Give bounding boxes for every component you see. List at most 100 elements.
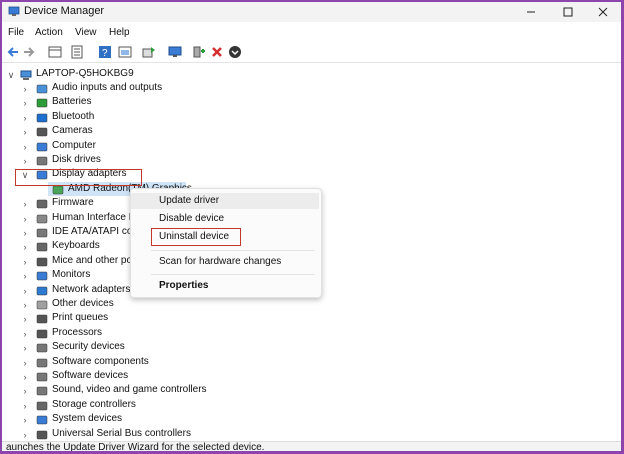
ctx-disable-device[interactable]: Disable device [131,211,319,227]
properties-grid-button[interactable] [48,45,62,59]
minimize-icon [527,11,535,13]
ctx-scan-hardware[interactable]: Scan for hardware changes [131,254,319,270]
expand-chevron-icon[interactable]: › [20,257,30,267]
expand-chevron-icon[interactable]: › [20,127,30,137]
display-adapters-highlight [15,169,142,186]
expand-chevron-icon[interactable]: › [20,98,30,108]
tree-category-item[interactable]: › Print queues [2,312,302,326]
menu-action[interactable]: Action [35,27,63,38]
tree-category-item[interactable]: › Security devices [2,341,302,355]
title-bar: Device Manager [2,2,621,22]
tree-category-label: IDE ATA/ATAPI cont [52,226,141,237]
tree-category-item[interactable]: › System devices [2,413,302,427]
camera-icon [36,127,48,137]
tree-category-label: Human Interface De [52,211,142,223]
software-component-icon [36,358,48,367]
expand-chevron-icon[interactable]: › [20,199,30,209]
tree-category-item[interactable]: › Processors [2,327,302,341]
tree-category-label: Network adapters [52,283,131,295]
expand-chevron-icon[interactable]: › [20,113,30,123]
tree-category-item[interactable]: › Other devices [2,298,302,312]
computer-icon [36,142,48,151]
help-icon: ? [99,46,111,59]
expand-chevron-icon[interactable]: › [20,228,30,238]
download-driver-button[interactable] [228,45,242,59]
tree-category-item[interactable]: › Software devices [2,370,302,384]
back-button[interactable] [6,45,20,59]
download-driver-icon [229,46,241,58]
collapse-chevron-icon[interactable]: ∨ [6,70,16,80]
tree-category-label: Batteries [52,96,92,108]
expand-chevron-icon[interactable]: › [20,142,30,152]
device-view-icon [118,46,132,58]
ctx-separator [151,250,315,251]
expand-chevron-icon[interactable]: › [20,401,30,411]
expand-chevron-icon[interactable]: › [20,329,30,339]
tree-category-item[interactable]: › Storage controllers [2,399,302,413]
minimize-button[interactable] [513,2,549,22]
tree-category-item[interactable]: › Sound, video and game controllers [2,384,302,398]
menu-view[interactable]: View [75,27,97,38]
uninstall-button[interactable] [210,45,224,59]
tree-category-item[interactable]: › Batteries [2,96,302,110]
menu-file[interactable]: File [8,27,24,38]
list-view-button[interactable] [70,45,84,59]
expand-chevron-icon[interactable]: › [20,271,30,281]
expand-chevron-icon[interactable]: › [20,286,30,296]
tree-category-item[interactable]: › Audio inputs and outputs [2,82,302,96]
expand-chevron-icon[interactable]: › [20,156,30,166]
sound-controller-icon [36,387,48,396]
ctx-properties[interactable]: Properties [131,278,319,294]
expand-chevron-icon[interactable]: › [20,358,30,368]
menu-bar: File Action View Help [2,22,621,42]
printer-icon [36,315,48,324]
expand-chevron-icon[interactable]: › [20,343,30,353]
monitor-icon [168,46,182,57]
scan-hardware-button[interactable] [142,45,156,59]
expand-chevron-icon[interactable]: › [20,415,30,425]
tree-category-item[interactable]: › Universal Serial Bus controllers [2,428,302,442]
tree-category-label: Firmware [52,197,94,209]
expand-chevron-icon[interactable]: › [20,300,30,310]
expand-chevron-icon[interactable]: › [20,84,30,94]
usb-controller-icon [36,430,48,439]
help-button[interactable]: ? [98,45,112,59]
tree-category-item[interactable]: › Computer [2,140,302,154]
uninstall-highlight [151,228,241,246]
maximize-button[interactable] [550,2,586,22]
tree-category-label: Keyboards [52,240,100,252]
security-device-icon [36,343,48,353]
expand-chevron-icon[interactable]: › [20,214,30,224]
hid-icon [36,214,48,223]
tree-category-label: Sound, video and game controllers [52,384,207,396]
menu-help[interactable]: Help [109,27,130,38]
expand-chevron-icon[interactable]: › [20,372,30,382]
tree-category-label: Monitors [52,269,91,281]
ctx-update-driver[interactable]: Update driver [131,193,319,209]
status-bar: aunches the Update Driver Wizard for the… [2,441,621,451]
expand-chevron-icon[interactable]: › [20,314,30,324]
monitor-button[interactable] [168,45,182,59]
expand-chevron-icon[interactable]: › [20,386,30,396]
tree-category-label: Cameras [52,125,93,137]
tree-category-label: Audio inputs and outputs [52,82,163,93]
ctx-separator [151,274,315,275]
speaker-icon [36,84,48,94]
tree-category-item[interactable]: › Software components [2,356,302,370]
add-driver-button[interactable] [192,45,206,59]
properties-grid-icon [48,46,62,58]
tree-category-item[interactable]: › Bluetooth [2,111,302,125]
tree-category-label: Universal Serial Bus controllers [52,427,191,439]
forward-button[interactable] [22,45,36,59]
storage-controller-icon [36,401,48,411]
system-device-icon [36,415,48,425]
expand-chevron-icon[interactable]: › [20,242,30,252]
uninstall-x-icon [212,47,222,57]
tree-category-item[interactable]: › Cameras [2,125,302,139]
tree-category-item[interactable]: › Disk drives [2,154,302,168]
tree-root[interactable]: ∨ LAPTOP-Q5HOKBG9 [2,68,302,82]
close-button[interactable] [585,2,621,22]
device-view-button[interactable] [118,45,132,59]
expand-chevron-icon[interactable]: › [20,430,30,440]
tree-category-label: Disk drives [52,154,101,165]
